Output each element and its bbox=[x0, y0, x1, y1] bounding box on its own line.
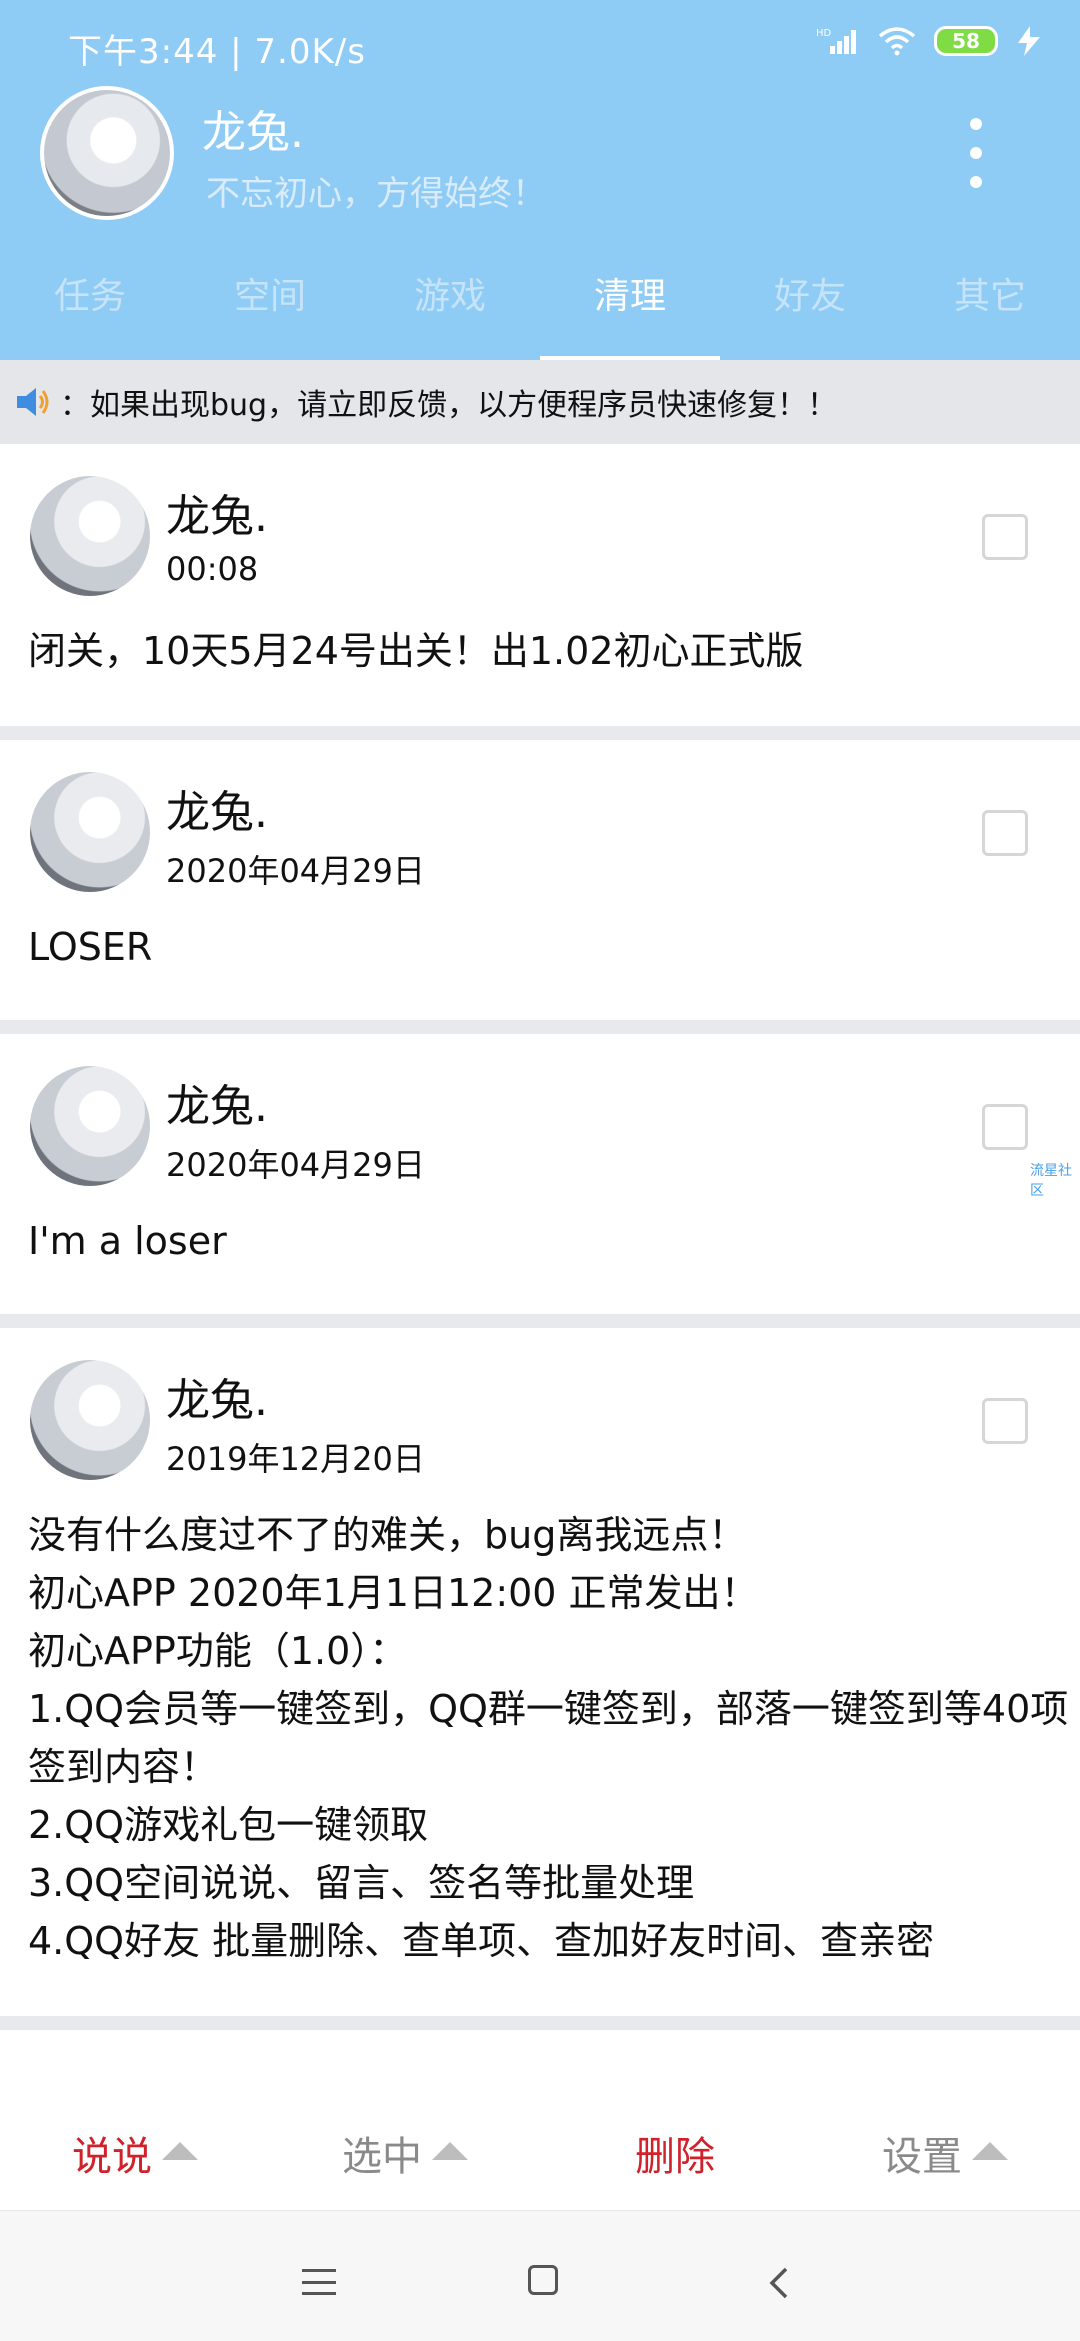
tab-clean[interactable]: 清理 bbox=[540, 262, 720, 360]
post-content: 没有什么度过不了的难关，bug离我远点！ 初心APP 2020年1月1日12:0… bbox=[28, 1513, 1069, 1963]
delete-label: 删除 bbox=[635, 2134, 715, 2180]
select-label: 选中 bbox=[342, 2134, 422, 2180]
wifi-icon bbox=[878, 27, 916, 56]
signal-icon: HD bbox=[816, 28, 856, 54]
recent-apps-icon[interactable] bbox=[302, 2269, 336, 2295]
list-item[interactable]: 龙兔. 2020年04月29日 LOSER bbox=[0, 740, 1080, 1034]
notice-text: ：如果出现bug，请立即反馈，以方便程序员快速修复！！ bbox=[60, 388, 838, 423]
tab-task[interactable]: 任务 bbox=[0, 262, 180, 360]
svg-text:HD: HD bbox=[816, 28, 832, 39]
settings-label: 设置 bbox=[882, 2134, 962, 2180]
watermark: 流星社区 bbox=[1030, 1163, 1072, 1199]
app-header: 下午3:44 | 7.0K/s HD 58 龙兔. 不忘初心，方得始终！ 任务 … bbox=[0, 0, 1080, 360]
back-icon[interactable] bbox=[760, 2263, 800, 2303]
more-options-button[interactable] bbox=[956, 118, 996, 188]
status-bar: 下午3:44 | 7.0K/s HD 58 bbox=[0, 0, 1080, 96]
more-dot-icon bbox=[970, 147, 982, 159]
select-button[interactable]: 选中 bbox=[270, 2100, 540, 2206]
battery-icon: 58 bbox=[934, 26, 998, 56]
tab-other[interactable]: 其它 bbox=[900, 262, 1080, 360]
post-content: I'm a loser bbox=[28, 1219, 227, 1263]
speaker-icon bbox=[17, 388, 49, 416]
caret-up-icon bbox=[432, 2142, 468, 2160]
system-navigation-bar bbox=[0, 2210, 1080, 2341]
post-author: 龙兔. bbox=[166, 491, 268, 542]
shuoshuo-button[interactable]: 说说 bbox=[0, 2100, 270, 2206]
post-time: 2020年04月29日 bbox=[166, 1146, 425, 1184]
status-icons: HD 58 bbox=[816, 26, 1042, 56]
tab-space[interactable]: 空间 bbox=[180, 262, 360, 360]
profile-name: 龙兔. bbox=[202, 107, 304, 158]
post-time: 00:08 bbox=[166, 550, 259, 588]
post-content: 闭关，10天5月24号出关！出1.02初心正式版 bbox=[28, 629, 804, 673]
post-checkbox[interactable] bbox=[982, 810, 1028, 856]
profile-motto: 不忘初心，方得始终！ bbox=[206, 174, 546, 214]
settings-button[interactable]: 设置 bbox=[810, 2100, 1080, 2206]
avatar bbox=[30, 772, 150, 892]
tab-friends[interactable]: 好友 bbox=[720, 262, 900, 360]
avatar bbox=[30, 1360, 150, 1480]
post-author: 龙兔. bbox=[166, 1081, 268, 1132]
home-icon[interactable] bbox=[528, 2265, 558, 2295]
list-item[interactable]: 龙兔. 2020年04月29日 I'm a loser bbox=[0, 1034, 1080, 1328]
post-time: 2019年12月20日 bbox=[166, 1440, 425, 1478]
post-checkbox[interactable] bbox=[982, 1104, 1028, 1150]
avatar bbox=[30, 1066, 150, 1186]
notice-bar: ：如果出现bug，请立即反馈，以方便程序员快速修复！！ bbox=[0, 360, 1080, 444]
shuoshuo-label: 说说 bbox=[72, 2134, 152, 2180]
caret-up-icon bbox=[972, 2142, 1008, 2160]
list-item[interactable]: 龙兔. 2019年12月20日 没有什么度过不了的难关，bug离我远点！ 初心A… bbox=[0, 1328, 1080, 2030]
more-dot-icon bbox=[970, 118, 982, 130]
list-item[interactable]: 龙兔. 00:08 闭关，10天5月24号出关！出1.02初心正式版 bbox=[0, 444, 1080, 740]
tab-bar: 任务 空间 游戏 清理 好友 其它 bbox=[0, 262, 1080, 360]
profile-avatar[interactable] bbox=[40, 86, 174, 220]
post-author: 龙兔. bbox=[166, 1375, 268, 1426]
avatar bbox=[30, 476, 150, 596]
post-checkbox[interactable] bbox=[982, 514, 1028, 560]
post-checkbox[interactable] bbox=[982, 1398, 1028, 1444]
status-time-speed: 下午3:44 | 7.0K/s bbox=[68, 32, 366, 72]
post-time: 2020年04月29日 bbox=[166, 852, 425, 890]
bottom-action-bar: 说说 选中 删除 设置 bbox=[0, 2100, 1080, 2206]
tab-game[interactable]: 游戏 bbox=[360, 262, 540, 360]
more-dot-icon bbox=[970, 176, 982, 188]
delete-button[interactable]: 删除 bbox=[540, 2100, 810, 2206]
caret-up-icon bbox=[162, 2142, 198, 2160]
charging-icon bbox=[1018, 26, 1040, 56]
post-content: LOSER bbox=[28, 925, 153, 969]
post-author: 龙兔. bbox=[166, 787, 268, 838]
